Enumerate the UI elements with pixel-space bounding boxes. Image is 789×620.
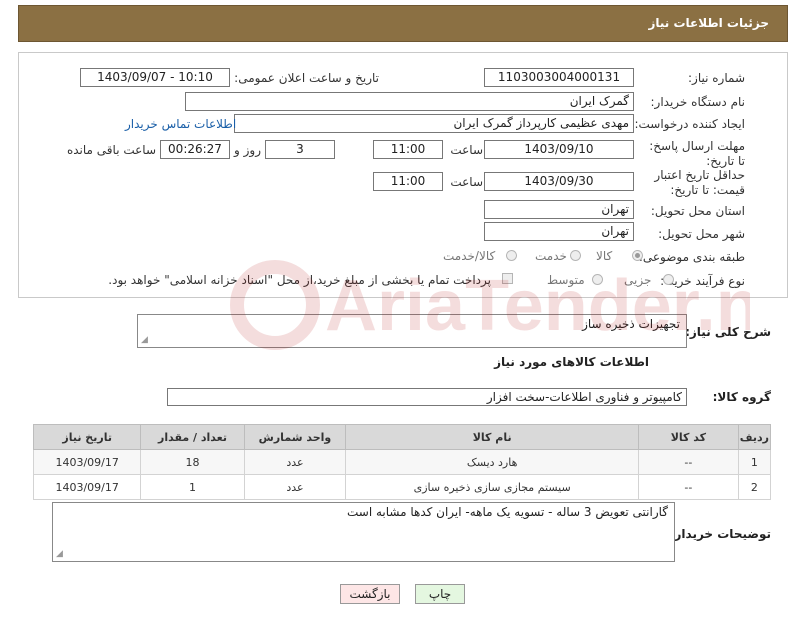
need-number-label: شماره نیاز: <box>688 71 745 85</box>
goods-group-field[interactable]: کامپیوتر و فناوری اطلاعات-سخت افزار <box>167 388 687 406</box>
buyer-notes-text: گارانتی تعویض 3 ساله - تسویه یک ماهه- ای… <box>346 505 668 519</box>
validity-label: حداقل تاریخ اعتبار قیمت: تا تاریخ: <box>654 168 745 197</box>
buyer-notes-textarea[interactable]: گارانتی تعویض 3 ساله - تسویه یک ماهه- ای… <box>52 502 675 562</box>
print-button[interactable]: چاپ <box>415 584 465 604</box>
buyer-org-label: نام دستگاه خریدار: <box>650 95 746 109</box>
table-header-row: ردیف کد کالا نام کالا واحد شمارش تعداد /… <box>32 424 772 450</box>
table-row[interactable]: 2 -- سیستم مجازی سازی ذخیره سازی عدد 1 1… <box>32 474 772 500</box>
col-qty-header: تعداد / مقدار <box>140 424 245 450</box>
creator-field[interactable]: مهدی عظیمی کارپرداز گمرک ایران <box>234 114 634 133</box>
cell-unit: عدد <box>243 449 347 475</box>
cell-row: 2 <box>737 474 772 500</box>
days-label: روز و <box>234 143 261 157</box>
page-header: جزئیات اطلاعات نیاز <box>18 5 788 42</box>
cell-name: سیستم مجازی سازی ذخیره سازی <box>345 474 639 500</box>
validity-date-field[interactable]: 1403/09/30 <box>484 172 634 191</box>
days-field[interactable]: 3 <box>265 140 335 159</box>
announce-field[interactable]: 1403/09/07 - 10:10 <box>80 68 230 87</box>
need-number-field[interactable]: 1103003004000131 <box>484 68 634 87</box>
category-goods-radio[interactable] <box>632 250 643 261</box>
cell-date: 1403/09/17 <box>32 474 142 500</box>
buyer-org-field[interactable]: گمرک ایران <box>185 92 634 111</box>
category-service-radio[interactable] <box>570 250 581 261</box>
summary-text: تجهیزات ذخیره ساز <box>582 317 680 331</box>
items-table: ردیف کد کالا نام کالا واحد شمارش تعداد /… <box>32 424 772 500</box>
reply-deadline-label: مهلت ارسال پاسخ: تا تاریخ: <box>649 139 745 168</box>
city-label: شهر محل تحویل: <box>658 227 745 241</box>
cell-name: هارد دیسک <box>345 449 639 475</box>
cell-qty: 18 <box>140 449 245 475</box>
announce-label: تاریخ و ساعت اعلان عمومی: <box>234 71 379 85</box>
goods-group-label: گروه کالا: <box>712 390 771 404</box>
reply-time-field[interactable]: 11:00 <box>373 140 443 159</box>
col-unit-header: واحد شمارش <box>243 424 347 450</box>
col-date-header: تاریخ نیاز <box>32 424 142 450</box>
city-field[interactable]: تهران <box>484 222 634 241</box>
resize-handle-icon[interactable]: ◢ <box>56 549 63 559</box>
treasury-checkbox[interactable] <box>502 273 513 284</box>
cell-qty: 1 <box>140 474 245 500</box>
cell-unit: عدد <box>243 474 347 500</box>
cell-code: -- <box>637 449 739 475</box>
payment-note: پرداخت تمام یا بخشی از مبلغ خرید،از محل … <box>108 273 491 287</box>
page-title: جزئیات اطلاعات نیاز <box>648 16 769 30</box>
back-button[interactable]: بازگشت <box>340 584 400 604</box>
category-goods-label: کالا <box>596 249 613 263</box>
goods-section-title: اطلاعات کالاهای مورد نیاز <box>494 355 649 369</box>
col-name-header: نام کالا <box>345 424 639 450</box>
summary-textarea[interactable]: تجهیزات ذخیره ساز ◢ <box>137 314 687 348</box>
creator-label: ایجاد کننده درخواست: <box>634 117 745 131</box>
remaining-time-field[interactable]: 00:26:27 <box>160 140 230 159</box>
process-minor-label: جزیی <box>624 273 652 287</box>
buyer-notes-label: توضیحات خریدار: <box>669 527 771 541</box>
process-medium-label: متوسط <box>547 273 585 287</box>
remaining-label: ساعت باقی مانده <box>66 143 156 157</box>
summary-label: شرح کلی نیاز: <box>685 325 771 339</box>
contact-info-link[interactable]: اطلاعات تماس خریدار <box>125 117 236 131</box>
process-minor-radio[interactable] <box>663 274 674 285</box>
reply-date-field[interactable]: 1403/09/10 <box>484 140 634 159</box>
category-service-label: خدمت <box>535 249 567 263</box>
validity-time-label: ساعت <box>450 175 483 189</box>
province-field[interactable]: تهران <box>484 200 634 219</box>
cell-date: 1403/09/17 <box>32 449 142 475</box>
reply-time-label: ساعت <box>450 143 483 157</box>
category-label: طبقه بندی موضوعی: <box>638 250 745 264</box>
province-label: استان محل تحویل: <box>650 204 745 218</box>
resize-handle-icon[interactable]: ◢ <box>141 335 148 345</box>
col-row-header: ردیف <box>737 424 772 450</box>
table-row[interactable]: 1 -- هارد دیسک عدد 18 1403/09/17 <box>32 449 772 475</box>
cell-row: 1 <box>737 449 772 475</box>
process-medium-radio[interactable] <box>592 274 603 285</box>
validity-time-field[interactable]: 11:00 <box>373 172 443 191</box>
cell-code: -- <box>637 474 739 500</box>
category-both-label: کالا/خدمت <box>443 249 496 263</box>
category-both-radio[interactable] <box>506 250 517 261</box>
col-code-header: کد کالا <box>637 424 739 450</box>
